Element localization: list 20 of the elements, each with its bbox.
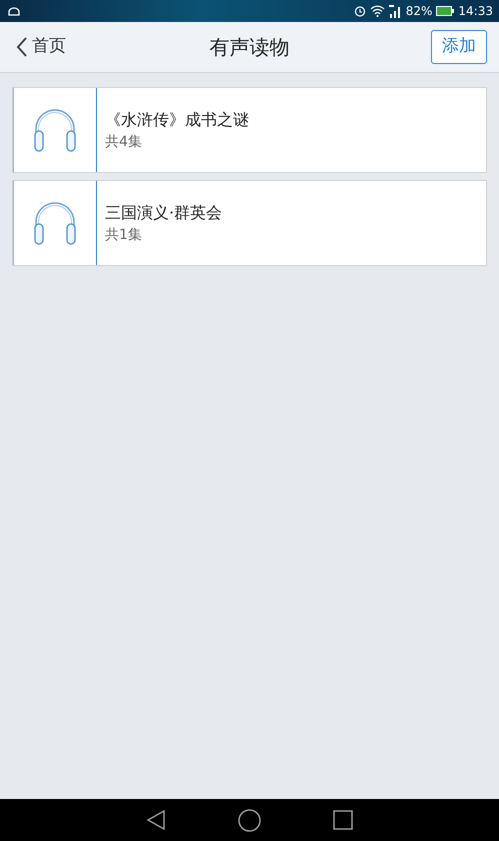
- add-button[interactable]: 添加: [431, 30, 487, 64]
- battery-icon: [436, 6, 454, 16]
- audiobook-title: 《水浒传》成书之谜: [105, 108, 249, 130]
- chevron-left-icon: [16, 37, 28, 57]
- recents-nav-icon[interactable]: [333, 810, 353, 830]
- android-icon: [8, 6, 20, 16]
- alarm-icon: [354, 5, 366, 17]
- audiobook-item[interactable]: 三国演义·群英会 共1集: [12, 180, 487, 266]
- page-title: 有声读物: [210, 34, 290, 61]
- home-nav-icon[interactable]: [238, 808, 261, 832]
- episode-count: 共4集: [105, 132, 143, 152]
- battery-level: 82%: [406, 3, 432, 20]
- back-link[interactable]: 首页: [16, 34, 66, 60]
- audiobook-title: 三国演义·群英会: [105, 202, 222, 224]
- signal-icon: [388, 4, 402, 18]
- wifi-icon: [370, 5, 385, 17]
- episode-count: 共1集: [105, 226, 143, 244]
- back-nav-icon[interactable]: [146, 809, 166, 831]
- clock: 14:33: [458, 3, 493, 20]
- audiobook-item[interactable]: 《水浒传》成书之谜 共4集: [12, 87, 487, 173]
